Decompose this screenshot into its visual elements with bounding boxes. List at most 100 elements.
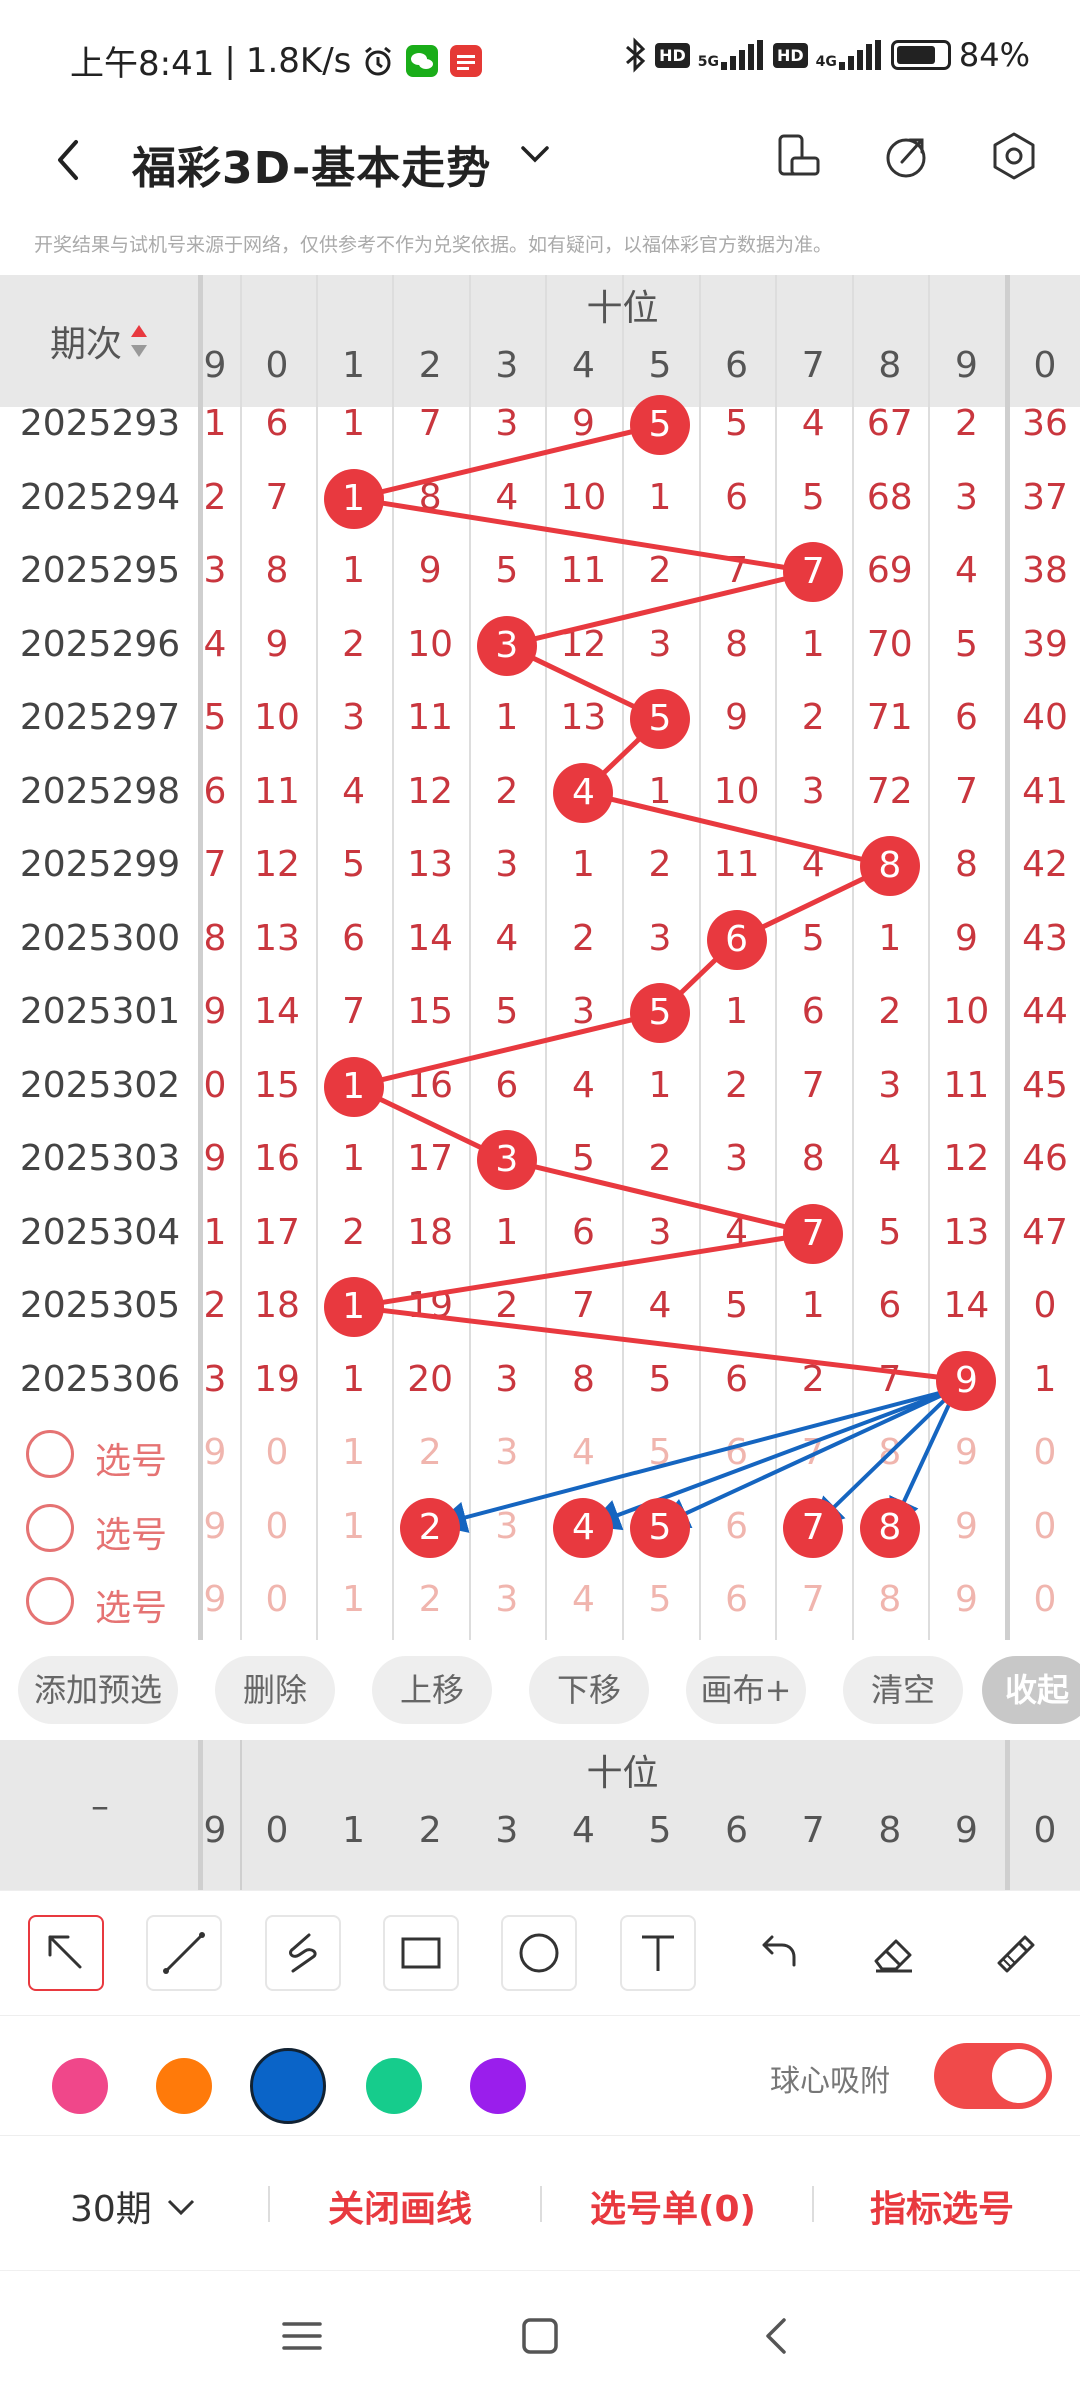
snap-toggle[interactable] (934, 2043, 1052, 2109)
periods-select[interactable]: 30期 (70, 2180, 199, 2232)
picked-ball[interactable]: 5 (630, 1497, 690, 1558)
undo-tool-icon[interactable] (738, 1915, 814, 1991)
selection-number[interactable]: 1 (316, 1506, 392, 1547)
orientation-icon[interactable] (770, 128, 826, 184)
hit-ball[interactable]: 7 (783, 542, 844, 602)
selection-label[interactable]: 选号 (95, 1506, 167, 1558)
eraser-tool-icon[interactable] (856, 1915, 932, 1991)
selection-number[interactable]: 6 (699, 1579, 775, 1620)
miss-count: 6 (342, 917, 366, 959)
color-pink-swatch[interactable] (52, 2058, 108, 2114)
close-lines-button[interactable]: 关闭画线 (328, 2180, 472, 2232)
selection-radio[interactable] (26, 1430, 74, 1478)
canvas-plus-button[interactable]: 画布+ (686, 1656, 806, 1724)
selection-number[interactable]: 9 (928, 1432, 1004, 1473)
picked-ball[interactable]: 4 (553, 1497, 614, 1558)
collapse-button[interactable]: 收起 (982, 1656, 1080, 1724)
hit-ball[interactable]: 6 (706, 909, 767, 970)
selection-number[interactable]: 6 (699, 1506, 775, 1547)
selection-number[interactable]: 3 (469, 1579, 545, 1620)
color-purple-swatch[interactable] (470, 2058, 526, 2114)
back-arrow-icon[interactable] (40, 130, 100, 190)
hit-ball[interactable]: 5 (630, 395, 690, 455)
circle-tool-icon[interactable] (501, 1915, 577, 1991)
selection-number[interactable]: 2 (392, 1432, 468, 1473)
selection-number[interactable]: 9 (928, 1579, 1004, 1620)
selection-number[interactable]: 0 (239, 1506, 315, 1547)
period-number: 2025297 (19, 697, 181, 738)
arrow-tool-icon[interactable] (28, 1915, 104, 1991)
selection-label[interactable]: 选号 (95, 1579, 167, 1631)
selection-number[interactable]: 6 (699, 1432, 775, 1473)
hit-ball[interactable]: 3 (476, 1130, 537, 1190)
miss-count: 11 (254, 770, 300, 812)
hit-ball[interactable]: 7 (783, 1203, 844, 1264)
hit-ball[interactable]: 4 (553, 762, 614, 823)
hit-ball[interactable]: 1 (323, 1277, 384, 1337)
share-icon[interactable] (878, 128, 934, 184)
hit-ball[interactable]: 8 (859, 836, 920, 896)
sort-icon[interactable] (128, 321, 150, 361)
selection-number[interactable]: 2 (392, 1579, 468, 1620)
color-orange-swatch[interactable] (156, 2058, 212, 2114)
selection-number[interactable]: 1 (316, 1432, 392, 1473)
selection-number[interactable]: 0 (239, 1579, 315, 1620)
selection-number[interactable]: 3 (469, 1432, 545, 1473)
selection-number[interactable]: 7 (775, 1432, 851, 1473)
home-icon[interactable] (510, 2306, 570, 2366)
selection-radio[interactable] (26, 1577, 74, 1625)
clear-button[interactable]: 清空 (843, 1656, 963, 1724)
back-icon[interactable] (748, 2306, 808, 2366)
selection-number[interactable]: 0 (239, 1432, 315, 1473)
freehand-tool-icon[interactable] (265, 1915, 341, 1991)
picked-ball[interactable]: 7 (783, 1497, 844, 1558)
add-preselect-button[interactable]: 添加预选 (18, 1656, 178, 1724)
status-right: HD 5G HD 4G 84% (623, 36, 1030, 74)
page-title[interactable]: 福彩3D-基本走势 (132, 132, 491, 196)
move-down-button[interactable]: 下移 (529, 1656, 649, 1724)
picked-ball[interactable]: 8 (859, 1497, 920, 1558)
hit-ball[interactable]: 5 (630, 689, 690, 749)
miss-count: 3 (648, 623, 672, 665)
selection-number[interactable]: 5 (622, 1579, 698, 1620)
hit-ball[interactable]: 9 (936, 1350, 997, 1411)
color-green-swatch[interactable] (366, 2058, 422, 2114)
text-tool-icon[interactable] (620, 1915, 696, 1991)
miss-count: 17 (407, 1138, 454, 1179)
hit-ball[interactable]: 5 (630, 983, 690, 1043)
picked-ball[interactable]: 2 (400, 1497, 461, 1558)
selection-radio[interactable] (26, 1503, 74, 1552)
digit-column-header: 0 (265, 345, 289, 386)
alarm-icon (365, 46, 392, 75)
selection-label[interactable]: 选号 (95, 1432, 167, 1484)
move-up-button[interactable]: 上移 (372, 1656, 492, 1724)
delete-button[interactable]: 删除 (215, 1656, 335, 1724)
ticket-button[interactable]: 选号单(0) (590, 2180, 756, 2232)
miss-count: 13 (407, 844, 454, 885)
selection-number[interactable]: 3 (469, 1506, 545, 1547)
selection-number[interactable]: 9 (928, 1506, 1004, 1547)
selection-left-edge: 9 (203, 1505, 227, 1547)
wechat-icon (406, 44, 439, 77)
digit-column-header: 9 (954, 1810, 978, 1851)
clear-brush-tool-icon[interactable] (975, 1915, 1051, 1991)
hit-ball[interactable]: 1 (323, 1056, 384, 1117)
selection-number[interactable]: 7 (775, 1579, 851, 1620)
indicator-select-button[interactable]: 指标选号 (870, 2180, 1014, 2232)
hit-ball[interactable]: 3 (476, 615, 537, 676)
selection-number[interactable]: 4 (545, 1579, 621, 1620)
selection-number[interactable]: 5 (622, 1432, 698, 1473)
color-blue-swatch[interactable] (250, 2048, 326, 2124)
menu-icon[interactable] (272, 2306, 332, 2366)
period-column-header[interactable]: 期次 (0, 275, 200, 407)
rectangle-tool-icon[interactable] (383, 1915, 459, 1991)
selection-number[interactable]: 1 (316, 1579, 392, 1620)
selection-number[interactable]: 4 (545, 1432, 621, 1473)
hit-ball[interactable]: 1 (323, 468, 384, 529)
selection-number[interactable]: 8 (852, 1579, 928, 1620)
line-tool-icon[interactable] (146, 1915, 222, 1991)
selection-number[interactable]: 8 (852, 1432, 928, 1473)
chevron-down-icon[interactable] (515, 134, 555, 174)
settings-icon[interactable] (986, 128, 1042, 184)
trend-table[interactable]: 期次 十位 9 0 1 2 3 4 5 6 7 8 9 0 2025293 1 6 1 7 3 9 5 4 67 2 36 20… (0, 275, 1080, 1640)
